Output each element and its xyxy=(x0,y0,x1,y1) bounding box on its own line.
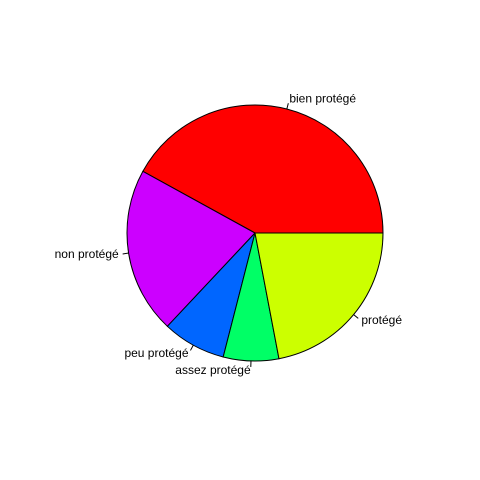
pie-label-peu-protege: peu protégé xyxy=(124,346,188,360)
pie-label-bien-protege: bien protégé xyxy=(289,92,356,106)
pie-slices xyxy=(126,104,384,362)
pie-label-assez-protege: assez protégé xyxy=(175,363,251,377)
pie-label-non-protege: non protégé xyxy=(55,247,119,261)
pie-chart-canvas: bien protégé non protégé peu protégé assez … xyxy=(55,92,403,378)
pie-label-protege: protégé xyxy=(361,313,402,327)
label-tick-protege xyxy=(353,314,359,319)
label-tick-non-protege xyxy=(122,252,129,255)
pie-chart: bien protégé non protégé peu protégé assez … xyxy=(0,0,480,480)
label-tick-bien-protege xyxy=(286,103,289,110)
label-tick-peu-protege xyxy=(190,344,194,351)
